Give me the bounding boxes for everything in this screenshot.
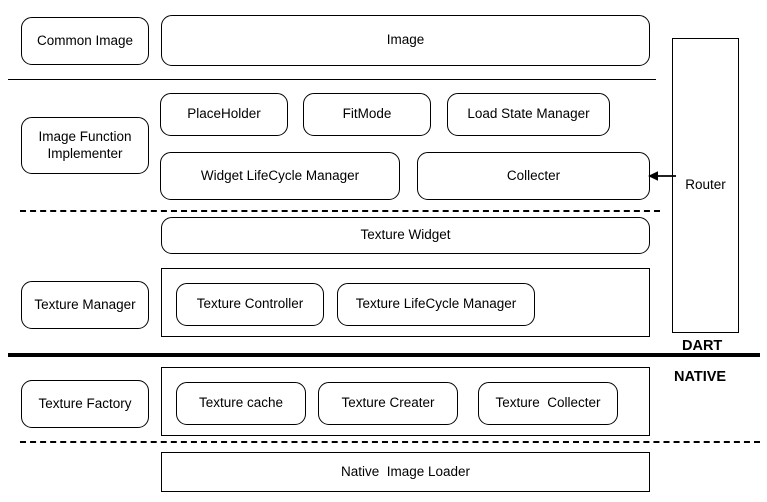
separator-line-dashed-dart bbox=[20, 210, 660, 212]
separator-line-thin bbox=[8, 79, 656, 80]
separator-line-thick bbox=[8, 353, 760, 357]
node-image-function-implementer[interactable]: Image Function Implementer bbox=[21, 117, 149, 174]
layer-label-dart: DART bbox=[682, 338, 723, 354]
node-collecter[interactable]: Collecter bbox=[417, 152, 650, 200]
node-native-image-loader[interactable]: Native Image Loader bbox=[161, 452, 650, 492]
node-fitmode[interactable]: FitMode bbox=[303, 93, 431, 136]
node-texture-controller[interactable]: Texture Controller bbox=[176, 283, 324, 326]
node-image[interactable]: Image bbox=[161, 15, 650, 66]
node-texture-manager[interactable]: Texture Manager bbox=[21, 281, 149, 329]
node-texture-collecter[interactable]: Texture Collecter bbox=[478, 382, 618, 425]
separator-line-dashed-native bbox=[20, 441, 760, 443]
node-texture-widget[interactable]: Texture Widget bbox=[161, 217, 650, 254]
node-texture-creater[interactable]: Texture Creater bbox=[318, 382, 458, 425]
node-placeholder[interactable]: PlaceHolder bbox=[160, 93, 288, 136]
node-load-state-manager[interactable]: Load State Manager bbox=[447, 93, 610, 136]
diagram-canvas: Common Image Image Image Function Implem… bbox=[0, 0, 767, 502]
node-widget-lifecycle-manager[interactable]: Widget LifeCycle Manager bbox=[160, 152, 400, 200]
node-common-image[interactable]: Common Image bbox=[21, 17, 149, 65]
node-texture-lifecycle-manager[interactable]: Texture LifeCycle Manager bbox=[337, 283, 535, 326]
node-texture-factory[interactable]: Texture Factory bbox=[21, 380, 149, 428]
node-router[interactable]: Router bbox=[672, 38, 739, 333]
node-texture-cache[interactable]: Texture cache bbox=[176, 382, 306, 425]
layer-label-native: NATIVE bbox=[674, 369, 727, 385]
